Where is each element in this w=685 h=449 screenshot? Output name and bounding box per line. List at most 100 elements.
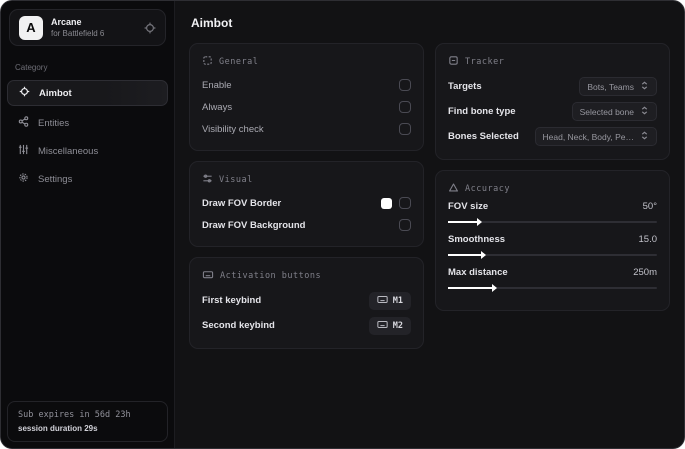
setting-row: Targets Bots, Teams xyxy=(448,74,657,99)
keybind-value: M2 xyxy=(392,320,403,331)
setting-row: Visibility check xyxy=(202,118,411,140)
setting-label: Always xyxy=(202,101,233,113)
general-card: General Enable Always Visibility check xyxy=(189,43,424,151)
setting-row: Find bone type Selected bone xyxy=(448,99,657,124)
gear-icon xyxy=(18,172,29,186)
enable-checkbox[interactable] xyxy=(399,79,411,91)
keyboard-icon xyxy=(377,295,388,307)
app-subtitle: for Battlefield 6 xyxy=(51,29,105,38)
app-title-block: Arcane for Battlefield 6 xyxy=(51,17,104,38)
triangle-icon xyxy=(448,182,459,196)
setting-row: Enable xyxy=(202,74,411,96)
keyboard-icon xyxy=(377,320,388,332)
smoothness-slider[interactable] xyxy=(448,250,657,259)
sidebar-item-label: Entities xyxy=(38,117,70,129)
app-name: Arcane xyxy=(51,17,82,27)
right-column: Tracker Targets Bots, Teams Find bone ty… xyxy=(435,43,670,311)
targets-select[interactable]: Bots, Teams xyxy=(579,77,657,96)
sidebar-item-miscellaneous[interactable]: Miscellaneous xyxy=(1,137,174,165)
select-value: Head, Neck, Body, Pe… xyxy=(542,131,635,142)
slider-fill xyxy=(448,250,487,259)
card-title: Accuracy xyxy=(465,184,510,194)
keybind-value: M1 xyxy=(392,295,403,306)
fov-size-slider[interactable] xyxy=(448,217,657,226)
visibility-check-checkbox[interactable] xyxy=(399,123,411,135)
always-checkbox[interactable] xyxy=(399,101,411,113)
app-window: A Arcane for Battlefield 6 Category Aimb… xyxy=(0,0,685,449)
select-value: Bots, Teams xyxy=(587,81,634,92)
slider-row: FOV size 50° xyxy=(448,201,657,226)
fov-size-value: 50° xyxy=(642,201,657,212)
app-header-card: A Arcane for Battlefield 6 xyxy=(9,9,166,46)
bones-selected-select[interactable]: Head, Neck, Body, Pe… xyxy=(534,127,657,146)
setting-label: Enable xyxy=(202,79,232,91)
sidebar-item-entities[interactable]: Entities xyxy=(1,109,174,137)
max-distance-slider[interactable] xyxy=(448,283,657,292)
sidebar: A Arcane for Battlefield 6 Category Aimb… xyxy=(1,1,175,448)
setting-row: Bones Selected Head, Neck, Body, Pe… xyxy=(448,124,657,149)
setting-label: Draw FOV Border xyxy=(202,197,282,209)
card-title: Visual xyxy=(219,175,253,185)
setting-row: Draw FOV Border xyxy=(202,192,411,214)
setting-label: FOV size xyxy=(448,201,489,212)
setting-row: Always xyxy=(202,96,411,118)
session-duration: session duration 29s xyxy=(18,424,98,433)
main-content: Aimbot General Enable Always Visibility … xyxy=(175,1,684,448)
network-icon xyxy=(18,116,29,130)
fov-border-checkbox[interactable] xyxy=(399,197,411,209)
slider-row: Max distance 250m xyxy=(448,267,657,292)
sliders-horizontal-icon xyxy=(202,173,213,187)
smoothness-value: 15.0 xyxy=(638,234,658,245)
page-title: Aimbot xyxy=(191,16,233,30)
setting-label: Bones Selected xyxy=(448,131,519,142)
setting-label: Draw FOV Background xyxy=(202,219,306,231)
accuracy-card: Accuracy FOV size 50° Smoothness 15.0 Ma… xyxy=(435,170,670,311)
setting-label: Max distance xyxy=(448,267,508,278)
fov-border-color-swatch[interactable] xyxy=(381,197,392,209)
box-minus-icon xyxy=(448,55,459,69)
select-value: Selected bone xyxy=(579,106,634,117)
sidebar-item-label: Aimbot xyxy=(39,87,72,99)
slider-row: Smoothness 15.0 xyxy=(448,234,658,259)
sidebar-item-label: Settings xyxy=(38,173,73,185)
first-keybind-button[interactable]: M1 xyxy=(368,291,411,310)
crosshair-icon[interactable] xyxy=(144,22,156,34)
tracker-card: Tracker Targets Bots, Teams Find bone ty… xyxy=(435,43,670,160)
crosshair-icon xyxy=(19,86,30,100)
chevrons-up-down-icon xyxy=(640,106,649,117)
activation-card: Activation buttons First keybind M1 Seco… xyxy=(189,257,424,349)
fov-background-checkbox[interactable] xyxy=(399,219,411,231)
sidebar-nav: Aimbot Entities Miscellaneous Settings xyxy=(1,80,174,193)
setting-row: First keybind M1 xyxy=(202,288,411,313)
setting-row: Second keybind M2 xyxy=(202,313,411,338)
card-title: Activation buttons xyxy=(220,271,322,281)
slider-fill xyxy=(448,283,497,292)
left-column: General Enable Always Visibility check V… xyxy=(189,43,424,349)
max-distance-value: 250m xyxy=(633,267,657,278)
setting-label: Visibility check xyxy=(202,123,264,135)
setting-label: Second keybind xyxy=(202,320,275,331)
card-title: Tracker xyxy=(465,57,505,67)
keyboard-icon xyxy=(202,269,214,283)
dashed-square-icon xyxy=(202,55,213,69)
chevrons-up-down-icon xyxy=(640,131,649,142)
visual-card: Visual Draw FOV Border Draw FOV Backgrou… xyxy=(189,161,424,247)
sidebar-item-label: Miscellaneous xyxy=(38,145,99,157)
chevrons-up-down-icon xyxy=(640,81,649,92)
sliders-vertical-icon xyxy=(18,144,29,158)
setting-label: Targets xyxy=(448,81,482,92)
setting-label: First keybind xyxy=(202,295,262,306)
setting-row: Draw FOV Background xyxy=(202,214,411,236)
setting-label: Find bone type xyxy=(448,106,516,117)
category-label: Category xyxy=(15,63,48,72)
second-keybind-button[interactable]: M2 xyxy=(368,316,411,335)
setting-label: Smoothness xyxy=(448,234,506,245)
find-bone-type-select[interactable]: Selected bone xyxy=(571,102,657,121)
subscription-box: Sub expires in 56d 23h session duration … xyxy=(7,401,168,442)
sidebar-item-aimbot[interactable]: Aimbot xyxy=(7,80,168,106)
app-logo: A xyxy=(19,15,43,40)
slider-fill xyxy=(448,217,483,226)
subscription-expiry: Sub expires in 56d 23h xyxy=(18,410,131,420)
sidebar-item-settings[interactable]: Settings xyxy=(1,165,174,193)
card-title: General xyxy=(219,57,259,67)
